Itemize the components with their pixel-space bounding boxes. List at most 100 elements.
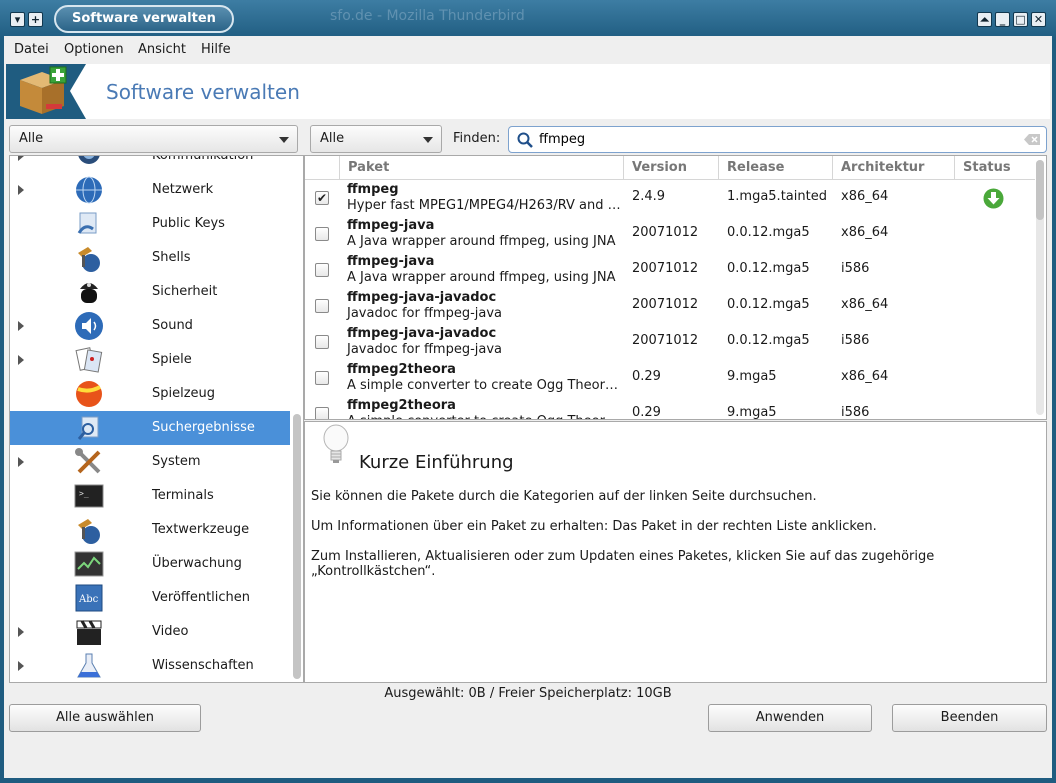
state-filter-select[interactable]: Alle [310,125,442,153]
category-label: Überwachung [152,556,242,571]
clapper-icon [76,620,102,645]
package-architecture: i586 [841,405,870,420]
header-paket[interactable]: Paket [340,156,624,180]
category-item-terminals[interactable]: >_ Terminals [10,479,290,513]
clear-icon[interactable] [1024,134,1040,145]
package-release: 9.mga5 [727,369,777,384]
quit-button[interactable]: Beenden [892,704,1047,732]
category-item-kommunikation[interactable]: Kommunikation [10,156,290,173]
select-all-button[interactable]: Alle auswählen [9,704,201,732]
package-name: ffmpeg2theora [347,398,456,413]
package-version: 0.29 [632,369,661,384]
chevron-right-icon[interactable] [18,321,24,331]
table-row[interactable]: ffmpeg-java A Java wrapper around ffmpeg,… [305,252,1035,288]
package-architecture: x86_64 [841,225,889,240]
category-item-textwerkzeuge[interactable]: Textwerkzeuge [10,513,290,547]
menu-ansicht[interactable]: Ansicht [138,42,186,57]
title-bar: sfo.de - Mozilla Thunderbird ▾ + Softwar… [0,0,1056,40]
svg-text:>_: >_ [79,489,89,498]
table-row[interactable]: ffmpeg2theoraA simple converter to creat… [305,396,1035,420]
lightbulb-icon [323,424,349,463]
header-version[interactable]: Version [624,156,719,180]
package-checkbox[interactable] [315,371,329,385]
package-checkbox[interactable] [315,335,329,349]
category-item-sicherheit[interactable]: Sicherheit [10,275,290,309]
search-icon [517,132,533,148]
table-row[interactable]: ffmpeg-java-javadoc Javadoc for ffmpeg-ja… [305,288,1035,324]
package-checkbox[interactable]: ✔ [315,191,329,205]
package-checkbox[interactable] [315,407,329,419]
shell-icon [78,247,100,272]
menu-datei[interactable]: Datei [14,42,49,57]
package-checkbox[interactable] [315,227,329,241]
chevron-right-icon[interactable] [18,627,24,637]
minimize-button[interactable]: _ [995,12,1010,27]
category-item-überwachung[interactable]: Überwachung [10,547,290,581]
category-scrollbar[interactable] [293,414,301,679]
category-item-veröffentlichen[interactable]: Abc Veröffentlichen [10,581,290,615]
close-button[interactable]: ✕ [1031,12,1046,27]
package-checkbox[interactable] [315,263,329,277]
category-item-wissenschaften[interactable]: Wissenschaften [10,649,290,682]
package-version: 2.4.9 [632,189,666,204]
header-status[interactable]: Status [955,156,1035,180]
package-architecture: x86_64 [841,369,889,384]
info-title: Kurze Einführung [359,452,514,473]
status-text: Ausgewählt: 0B / Freier Speicherplatz: 1… [384,686,672,701]
shade-button[interactable]: ⏶ [977,12,992,27]
apply-button[interactable]: Anwenden [708,704,872,732]
package-version: 0.29 [632,405,661,420]
search-field[interactable] [508,126,1047,153]
category-tree[interactable]: Kommunikation Netzwerk Public Keys Shells Si… [9,155,304,683]
window-menu-button[interactable]: ▾ [10,12,25,27]
category-item-spielzeug[interactable]: Spielzeug [10,377,290,411]
package-architecture: x86_64 [841,297,889,312]
table-row[interactable]: ffmpeg-java-javadoc Javadoc for ffmpeg-ja… [305,324,1035,360]
chevron-right-icon[interactable] [18,661,24,671]
police-icon [80,283,98,303]
find-label: Finden: [453,131,501,146]
text-tools-icon [78,519,100,544]
chevron-down-icon [423,137,433,143]
type-filter-select[interactable]: Alle [9,125,298,153]
desktop-bottom [0,778,1056,783]
category-item-public-keys[interactable]: Public Keys [10,207,290,241]
terminal-icon: >_ [74,484,104,508]
category-item-sound[interactable]: Sound [10,309,290,343]
sticky-button[interactable]: + [28,12,43,27]
package-name: ffmpeg-java-javadoc [347,326,497,341]
table-row[interactable]: ffmpeg-java A Java wrapper around ffmpeg,… [305,216,1035,252]
category-item-video[interactable]: Video [10,615,290,649]
package-release: 1.mga5.tainted [727,189,827,204]
category-item-shells[interactable]: Shells [10,241,290,275]
header-architektur[interactable]: Architektur [833,156,955,180]
menu-hilfe[interactable]: Hilfe [201,42,231,57]
category-item-suchergebnisse[interactable]: Suchergebnisse [10,411,290,445]
state-filter-value: Alle [320,131,345,146]
chevron-right-icon[interactable] [18,185,24,195]
package-architecture: i586 [841,261,870,276]
category-item-netzwerk[interactable]: Netzwerk [10,173,290,207]
chevron-down-icon [279,137,289,143]
package-architecture: i586 [841,333,870,348]
maximize-button[interactable]: □ [1013,12,1028,27]
package-checkbox[interactable] [315,299,329,313]
download-icon [983,188,1004,209]
chevron-right-icon[interactable] [18,457,24,467]
package-description: A Java wrapper around ffmpeg, using JNA [347,234,616,249]
search-input[interactable] [539,127,999,152]
package-release: 0.0.12.mga5 [727,225,810,240]
table-row[interactable]: ffmpeg2theoraA simple converter to creat… [305,360,1035,396]
table-scrollbar-thumb[interactable] [1036,160,1044,220]
package-version: 20071012 [632,333,699,348]
package-release: 0.0.12.mga5 [727,297,810,312]
header-release[interactable]: Release [719,156,833,180]
category-item-spiele[interactable]: Spiele [10,343,290,377]
chevron-right-icon[interactable] [18,156,24,161]
chevron-right-icon[interactable] [18,355,24,365]
category-item-system[interactable]: System [10,445,290,479]
category-label: Public Keys [152,216,225,231]
menubar: Datei Optionen Ansicht Hilfe [4,36,1052,64]
menu-optionen[interactable]: Optionen [64,42,124,57]
table-row[interactable]: ✔ ffmpeg Hyper fast MPEG1/MPEG4/H263/RV an… [305,180,1035,216]
